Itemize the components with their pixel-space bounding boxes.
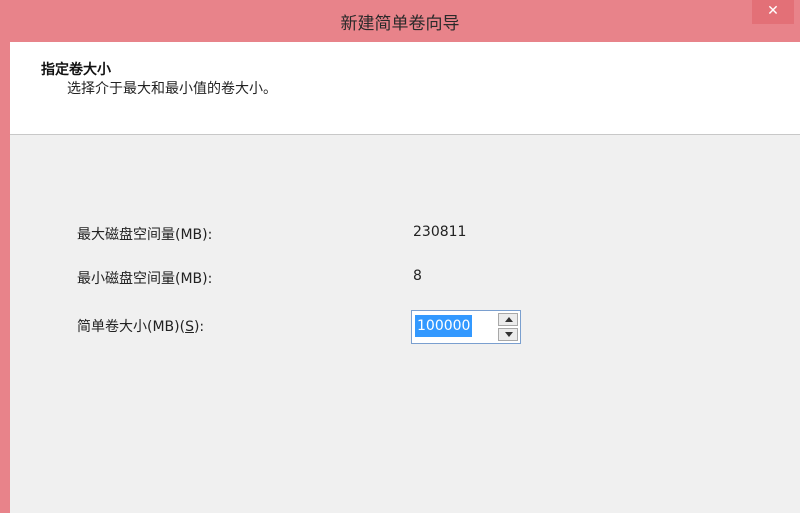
stepper-buttons <box>498 313 518 341</box>
page-subtitle: 选择介于最大和最小值的卷大小。 <box>67 81 277 97</box>
max-space-value: 230811 <box>413 224 467 240</box>
close-icon: ✕ <box>767 3 779 19</box>
stepper-up-button[interactable] <box>498 313 518 326</box>
triangle-up-icon <box>505 317 513 322</box>
volume-size-label-suffix: ): <box>193 319 205 335</box>
window-title: 新建简单卷向导 <box>340 14 460 34</box>
min-space-value: 8 <box>413 268 422 284</box>
wizard-header: 指定卷大小 选择介于最大和最小值的卷大小。 <box>10 42 800 135</box>
wizard-client-area: 指定卷大小 选择介于最大和最小值的卷大小。 最大磁盘空间量(MB): 23081… <box>10 42 800 513</box>
page-title: 指定卷大小 <box>41 62 111 78</box>
volume-size-label: 简单卷大小(MB)(S): <box>77 316 204 336</box>
volume-size-input[interactable]: 100000 <box>415 315 473 337</box>
min-space-label: 最小磁盘空间量(MB): <box>77 271 213 287</box>
volume-size-label-accelerator: S <box>185 319 194 335</box>
wizard-window: 新建简单卷向导 ✕ 指定卷大小 选择介于最大和最小值的卷大小。 最大磁盘空间量(… <box>0 0 800 513</box>
title-bar[interactable]: 新建简单卷向导 ✕ <box>0 0 800 42</box>
volume-size-label-prefix: 简单卷大小(MB)( <box>77 319 186 335</box>
volume-size-stepper[interactable]: 100000 <box>411 310 521 344</box>
stepper-down-button[interactable] <box>498 328 518 341</box>
max-space-label: 最大磁盘空间量(MB): <box>77 227 213 243</box>
close-button[interactable]: ✕ <box>752 0 794 24</box>
triangle-down-icon <box>505 332 513 337</box>
